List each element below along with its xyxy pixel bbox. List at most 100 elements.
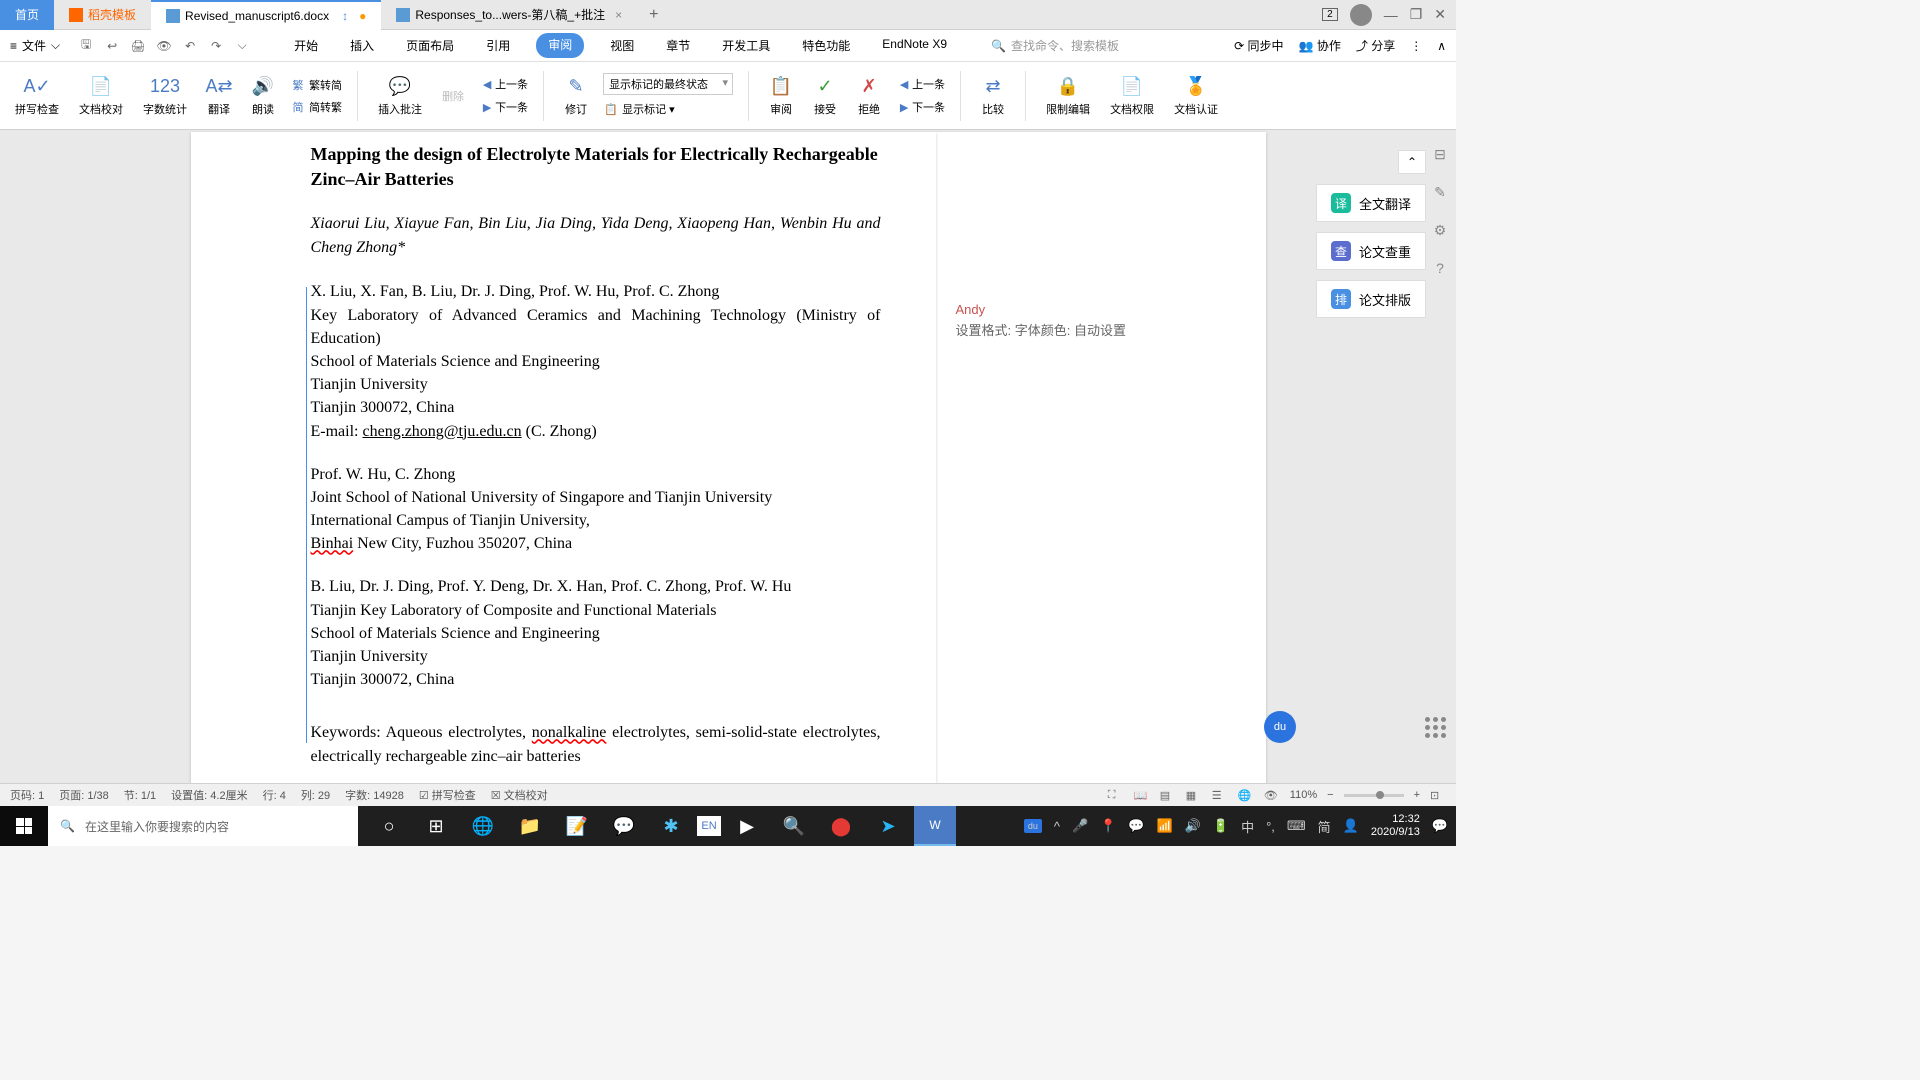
- print-icon[interactable]: 🖨: [130, 38, 146, 54]
- simp2trad-button[interactable]: 繁 繁转简: [290, 77, 342, 93]
- everything-icon[interactable]: 🔍: [773, 806, 815, 846]
- collapse-panel-button[interactable]: ⌃: [1398, 150, 1426, 174]
- zoom-level[interactable]: 110%: [1290, 789, 1317, 801]
- notification-badge[interactable]: 2: [1322, 8, 1338, 21]
- tab-review[interactable]: 审阅: [536, 33, 584, 58]
- notepad-icon[interactable]: 📝: [556, 806, 598, 846]
- comment-item[interactable]: Andy 设置格式: 字体颜色: 自动设置: [956, 302, 1246, 339]
- fullscreen-icon[interactable]: ⛶: [1108, 787, 1124, 803]
- chrome-icon[interactable]: 🌐: [462, 806, 504, 846]
- permission-button[interactable]: 📄文档权限: [1105, 75, 1159, 117]
- collab-button[interactable]: 👥 协作: [1299, 37, 1341, 54]
- ime-ch-icon[interactable]: 中: [1241, 817, 1254, 836]
- accept-button[interactable]: ✓接受: [808, 75, 842, 117]
- microphone-icon[interactable]: 🎤: [1072, 818, 1088, 834]
- keyboard-icon[interactable]: ⌨: [1287, 818, 1306, 834]
- tab-start[interactable]: 开始: [288, 33, 324, 58]
- save-icon[interactable]: 🖫: [78, 38, 94, 54]
- insert-comment-button[interactable]: 💬插入批注: [373, 75, 427, 117]
- record-icon[interactable]: ⬤: [820, 806, 862, 846]
- close-icon[interactable]: ×: [615, 8, 622, 22]
- notifications-icon[interactable]: 💬: [1432, 818, 1448, 834]
- status-page[interactable]: 页码: 1: [10, 787, 44, 803]
- tab-document-1[interactable]: Revised_manuscript6.docx↕●: [151, 0, 381, 30]
- wifi-icon[interactable]: 📶: [1157, 818, 1173, 834]
- spellcheck-button[interactable]: A✓拼写检查: [10, 75, 64, 117]
- track-changes-button[interactable]: ✎修订: [559, 75, 593, 117]
- explorer-icon[interactable]: 📁: [509, 806, 551, 846]
- help-icon[interactable]: ?: [1431, 259, 1449, 277]
- tab-references[interactable]: 引用: [480, 33, 516, 58]
- cortana-icon[interactable]: ○: [368, 806, 410, 846]
- status-spellcheck[interactable]: ☑ 拼写检查: [419, 787, 476, 803]
- settings-icon[interactable]: ⚙: [1431, 221, 1449, 239]
- print-preview-icon[interactable]: 👁: [156, 38, 172, 54]
- share-button[interactable]: ⤴ 分享: [1356, 37, 1395, 54]
- undo-icon[interactable]: ↶: [182, 38, 198, 54]
- volume-icon[interactable]: 🔊: [1185, 818, 1201, 834]
- ime-icon[interactable]: EN: [697, 816, 721, 836]
- zoom-out-button[interactable]: −: [1327, 789, 1333, 801]
- sync-status[interactable]: ⟳ 同步中: [1234, 37, 1283, 54]
- reading-view-icon[interactable]: 📖: [1134, 787, 1150, 803]
- wps-icon[interactable]: W: [914, 806, 956, 846]
- reject-button[interactable]: ✗拒绝: [852, 75, 886, 117]
- baidu-tray-icon[interactable]: du: [1024, 819, 1042, 833]
- pencil-icon[interactable]: ✎: [1431, 183, 1449, 201]
- wechat-icon[interactable]: 💬: [603, 806, 645, 846]
- telegram-icon[interactable]: ➤: [867, 806, 909, 846]
- review-button[interactable]: 📋审阅: [764, 75, 798, 117]
- minimize-button[interactable]: —: [1384, 7, 1398, 23]
- fit-page-icon[interactable]: ⊡: [1430, 787, 1446, 803]
- tab-document-2[interactable]: Responses_to...wers-第八稿_+批注×: [381, 0, 637, 30]
- trad2simp-button[interactable]: 简 简转繁: [290, 99, 342, 115]
- plagiarism-button[interactable]: 查论文查重: [1316, 232, 1426, 270]
- status-words[interactable]: 字数: 14928: [345, 787, 404, 803]
- user-avatar[interactable]: [1350, 4, 1372, 26]
- location-icon[interactable]: 📍: [1100, 818, 1116, 834]
- zoom-slider[interactable]: [1344, 794, 1404, 797]
- tab-view[interactable]: 视图: [604, 33, 640, 58]
- windows-search[interactable]: 🔍 在这里输入你要搜索的内容: [48, 806, 358, 846]
- battery-icon[interactable]: 🔋: [1213, 818, 1229, 834]
- tab-developer[interactable]: 开发工具: [716, 33, 776, 58]
- tab-insert[interactable]: 插入: [344, 33, 380, 58]
- web-layout-icon[interactable]: 🌐: [1238, 787, 1254, 803]
- baidu-float-icon[interactable]: du: [1264, 711, 1296, 743]
- markup-display-dropdown[interactable]: 显示标记的最终状态: [603, 73, 733, 95]
- ime-punct-icon[interactable]: °,: [1266, 819, 1275, 834]
- full-translate-button[interactable]: 译全文翻译: [1316, 184, 1426, 222]
- close-button[interactable]: ✕: [1434, 6, 1446, 23]
- page-layout-icon[interactable]: ▦: [1186, 787, 1202, 803]
- start-button[interactable]: [0, 806, 48, 846]
- tab-special[interactable]: 特色功能: [796, 33, 856, 58]
- wordcount-button[interactable]: 123字数统计: [138, 75, 192, 117]
- tab-home[interactable]: 首页: [0, 0, 54, 30]
- clock[interactable]: 12:32 2020/9/13: [1371, 813, 1420, 839]
- doccheck-button[interactable]: 📄文档校对: [74, 75, 128, 117]
- status-proofread[interactable]: ☒ 文档校对: [491, 787, 548, 803]
- new-tab-button[interactable]: +: [637, 6, 670, 24]
- translate-button[interactable]: A⇄翻译: [202, 75, 236, 117]
- redo-icon[interactable]: ↷: [208, 38, 224, 54]
- user-tray-icon[interactable]: 👤: [1343, 818, 1359, 834]
- read-button[interactable]: 🔊朗读: [246, 75, 280, 117]
- prev-change-button[interactable]: ◀上一条: [896, 76, 945, 93]
- layout-button[interactable]: 排论文排版: [1316, 280, 1426, 318]
- print-layout-icon[interactable]: ▤: [1160, 787, 1176, 803]
- taskview-icon[interactable]: ⊞: [415, 806, 457, 846]
- tab-chapter[interactable]: 章节: [660, 33, 696, 58]
- ime-simp-icon[interactable]: 简: [1318, 817, 1331, 836]
- maximize-button[interactable]: ❐: [1410, 6, 1423, 23]
- prev-comment-button[interactable]: ◀上一条: [479, 76, 528, 93]
- next-comment-button[interactable]: ▶下一条: [479, 99, 528, 116]
- undo-print-icon[interactable]: ↩: [104, 38, 120, 54]
- tab-pagelayout[interactable]: 页面布局: [400, 33, 460, 58]
- tab-endnote[interactable]: EndNote X9: [876, 33, 953, 58]
- file-menu[interactable]: ≡ 文件 ⌵: [10, 37, 60, 54]
- tray-expand-icon[interactable]: ^: [1054, 819, 1060, 834]
- menu-dots-icon[interactable]: [1425, 717, 1446, 738]
- app-icon[interactable]: ✱: [650, 806, 692, 846]
- zoom-in-button[interactable]: +: [1414, 789, 1420, 801]
- restrict-edit-button[interactable]: 🔒限制编辑: [1041, 75, 1095, 117]
